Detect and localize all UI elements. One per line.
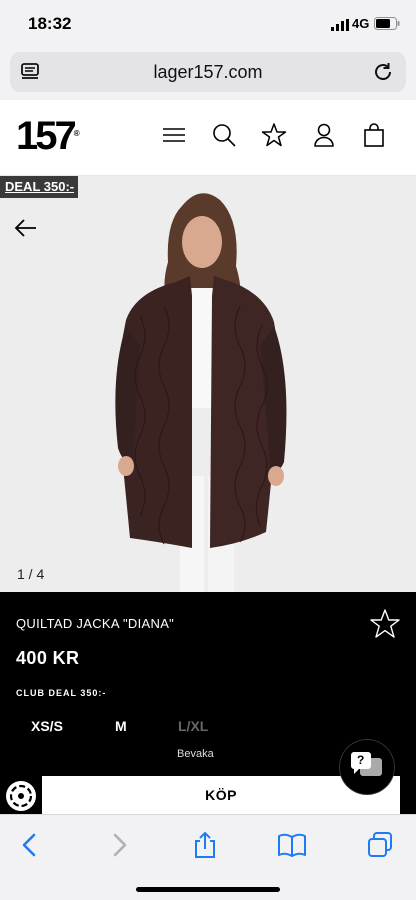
deal-badge[interactable]: DEAL 350:- [0, 176, 79, 198]
browser-address-area: lager157.com [0, 46, 416, 100]
reload-icon[interactable] [372, 61, 394, 83]
logo-text: 157 [16, 114, 77, 158]
address-bar[interactable]: lager157.com [10, 52, 406, 92]
chat-support-button[interactable]: ? [340, 740, 394, 794]
back-arrow-icon[interactable] [12, 216, 40, 240]
cart-bag-icon[interactable] [361, 122, 387, 148]
site-header: 157® [0, 100, 416, 176]
chat-icon [351, 752, 382, 776]
search-icon[interactable] [211, 122, 237, 148]
chat-label: ? [357, 753, 365, 767]
url-text: lager157.com [153, 62, 263, 82]
product-image-carousel[interactable]: DEAL 350:- 1 / 4 [0, 176, 416, 592]
size-option-m[interactable]: M [115, 718, 127, 734]
product-name: QUILTAD JACKA "DIANA" [16, 616, 175, 631]
club-deal-label: CLUB DEAL 350:- [16, 688, 107, 698]
status-time: 18:32 [28, 14, 72, 33]
network-label: 4G [352, 16, 370, 31]
bookmarks-icon[interactable] [277, 831, 307, 859]
menu-icon[interactable] [161, 122, 187, 148]
account-icon[interactable] [311, 122, 337, 148]
size-option-xs-s[interactable]: XS/S [31, 718, 63, 734]
site-logo[interactable]: 157® [16, 116, 80, 156]
status-bar: 18:32 4G [0, 0, 416, 46]
home-indicator [136, 887, 280, 892]
browser-toolbar [0, 814, 416, 900]
product-photo [115, 193, 287, 592]
product-info-panel: QUILTAD JACKA "DIANA" 400 KR CLUB DEAL 3… [0, 592, 416, 814]
notify-link[interactable]: Bevaka [177, 748, 214, 760]
tabs-icon[interactable] [365, 831, 395, 859]
image-counter: 1 / 4 [17, 566, 45, 582]
battery-icon [374, 17, 400, 30]
forward-nav-icon[interactable] [104, 831, 134, 859]
size-option-l-xl[interactable]: L/XL [178, 718, 208, 734]
cookie-settings-button[interactable] [6, 781, 36, 811]
cookie-icon [9, 784, 33, 808]
add-to-favorites-star-icon[interactable] [369, 608, 401, 640]
logo-mark: ® [73, 129, 80, 138]
favorites-star-icon[interactable] [261, 122, 287, 148]
back-nav-icon[interactable] [15, 831, 45, 859]
share-icon[interactable] [190, 831, 220, 859]
signal-icon [331, 19, 349, 31]
product-price: 400 KR [16, 648, 80, 668]
